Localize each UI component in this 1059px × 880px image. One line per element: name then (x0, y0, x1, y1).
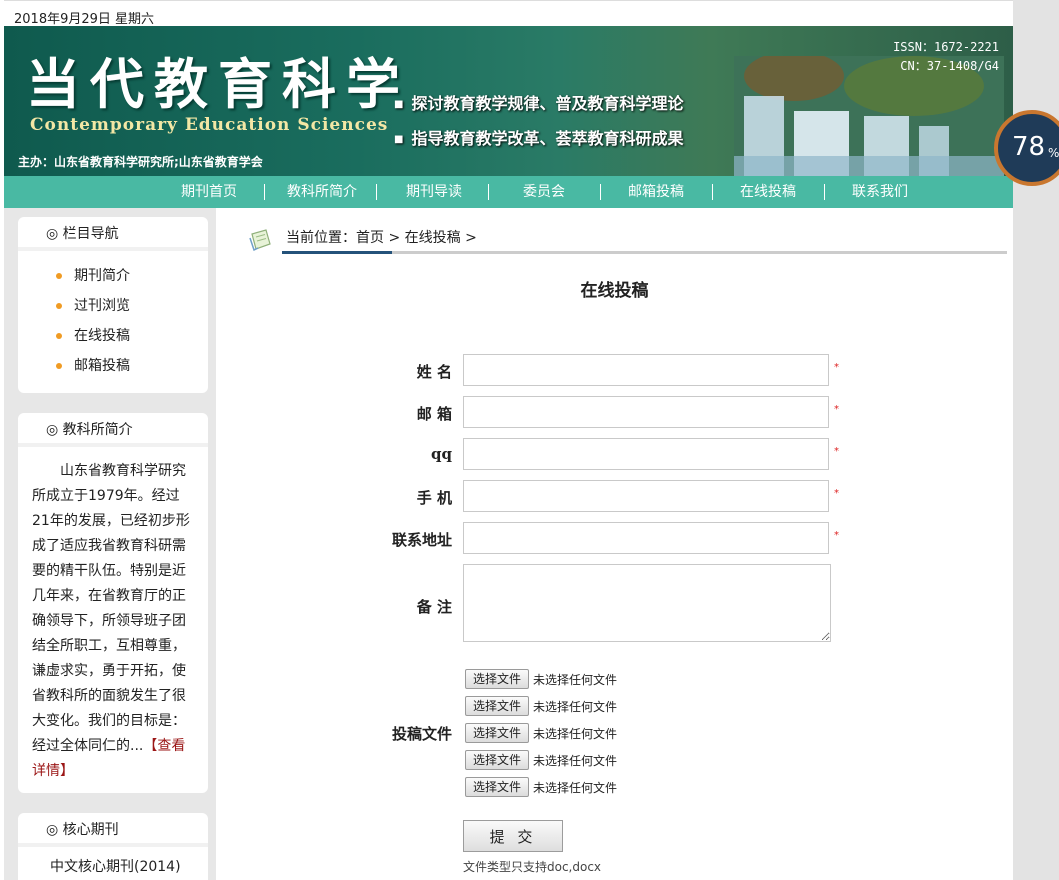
file-picker-3: 选择文件 未选择任何文件 (465, 723, 617, 743)
breadcrumb-divider (282, 251, 1007, 254)
file-status-text: 未选择任何文件 (533, 699, 618, 714)
core-journal-box: ◎ 核心期刊 中文核心期刊(2014) (18, 813, 208, 880)
sidebar-item-past-issues[interactable]: 过刊浏览 (56, 291, 208, 321)
breadcrumb: 当前位置：首页 > 在线投稿 > (286, 230, 477, 246)
institute-intro-text: 山东省教育科学研究所成立于1979年。经过21年的发展，已经初步形成了适应我省教… (18, 447, 208, 784)
phone-label: 手 机 (416, 489, 452, 507)
file-status-text: 未选择任何文件 (533, 753, 618, 768)
core-journal-title: ◎ 核心期刊 (18, 813, 208, 847)
journal-title-cn: 当代教育科学 (26, 52, 410, 116)
nav-divider (600, 184, 601, 200)
square-bullet-icon: ■ (394, 99, 404, 110)
choose-file-button[interactable]: 选择文件 (465, 669, 530, 689)
slogan-2: ■ 指导教育教学改革、荟萃教育科研成果 (394, 125, 683, 149)
slogan-2-text: 指导教育教学改革、荟萃教育科研成果 (411, 129, 684, 148)
sidebar-item-label: 期刊简介 (74, 268, 130, 284)
bullet-dot-icon (56, 273, 62, 279)
nav-item-contact[interactable]: 联系我们 (838, 176, 922, 208)
choose-file-button[interactable]: 选择文件 (465, 723, 530, 743)
header-banner: 当代教育科学 Contemporary Education Sciences 主… (4, 26, 1013, 176)
email-field[interactable] (463, 396, 829, 428)
institute-intro-title: ◎ 教科所简介 (18, 413, 208, 447)
progress-unit: % (1048, 146, 1059, 160)
note-textarea[interactable] (463, 564, 831, 642)
notepad-icon (249, 229, 271, 252)
progress-value: 78 (1012, 132, 1046, 162)
main-content: 当前位置：首页 > 在线投稿 > 在线投稿 姓 名 * 邮 箱 * qq * 手… (216, 208, 1013, 880)
nav-divider (264, 184, 265, 200)
nav-divider (712, 184, 713, 200)
email-label: 邮 箱 (416, 405, 452, 423)
cn-number-text: CN：37-1408/G4 (900, 59, 999, 73)
file-picker-2: 选择文件 未选择任何文件 (465, 696, 617, 716)
sidebar-item-label: 在线投稿 (74, 328, 130, 344)
name-field[interactable] (463, 354, 829, 386)
sidebar-item-online-submit[interactable]: 在线投稿 (56, 321, 208, 351)
nav-item-online-submit[interactable]: 在线投稿 (726, 176, 810, 208)
page: 2018年9月29日 星期六 当代教育科学 Contemporary Educa… (0, 0, 1013, 880)
nav-item-email-submit[interactable]: 邮箱投稿 (614, 176, 698, 208)
nav-item-institute[interactable]: 教科所简介 (276, 176, 368, 208)
sponsor-text: 主办：山东省教育科学研究所;山东省教育学会 (18, 155, 263, 169)
choose-file-button[interactable]: 选择文件 (465, 750, 530, 770)
required-mark: * (834, 530, 839, 541)
square-bullet-icon: ■ (394, 134, 404, 145)
waterfall-illustration (734, 56, 1004, 176)
files-label: 投稿文件 (391, 725, 452, 743)
nav-item-home[interactable]: 期刊首页 (164, 176, 254, 208)
file-picker-4: 选择文件 未选择任何文件 (465, 750, 617, 770)
journal-title-en: Contemporary Education Sciences (30, 115, 389, 135)
core-journal-item: 中文核心期刊(2014) (50, 859, 181, 875)
file-picker-5: 选择文件 未选择任何文件 (465, 777, 617, 797)
column-nav-list: 期刊简介 过刊浏览 在线投稿 邮箱投稿 (18, 251, 208, 381)
required-mark: * (834, 404, 839, 415)
sidebar-item-journal-intro[interactable]: 期刊简介 (56, 261, 208, 291)
breadcrumb-underline (282, 251, 392, 254)
name-label: 姓 名 (416, 363, 452, 381)
file-type-note: 文件类型只支持doc,docx (463, 860, 602, 874)
nav-divider (376, 184, 377, 200)
column-nav-title: ◎ 栏目导航 (18, 217, 208, 251)
required-mark: * (834, 488, 839, 499)
date-display: 2018年9月29日 星期六 (4, 0, 1013, 27)
file-picker-1: 选择文件 未选择任何文件 (465, 669, 617, 689)
bullet-dot-icon (56, 363, 62, 369)
choose-file-button[interactable]: 选择文件 (465, 696, 530, 716)
institute-intro-box: ◎ 教科所简介 山东省教育科学研究所成立于1979年。经过21年的发展，已经初步… (18, 413, 208, 793)
slogan-1-text: 探讨教育教学规律、普及教育科学理论 (411, 94, 684, 113)
required-mark: * (834, 362, 839, 373)
sidebar-item-label: 邮箱投稿 (74, 358, 130, 374)
required-mark: * (834, 446, 839, 457)
column-nav-box: ◎ 栏目导航 期刊简介 过刊浏览 在线投稿 邮箱投稿 (18, 217, 208, 393)
address-field[interactable] (463, 522, 829, 554)
address-label: 联系地址 (391, 531, 452, 549)
sidebar-item-label: 过刊浏览 (74, 298, 130, 314)
submit-button[interactable]: 提 交 (463, 820, 563, 852)
bullet-dot-icon (56, 333, 62, 339)
nav-item-committee[interactable]: 委员会 (504, 176, 584, 208)
nav-divider (488, 184, 489, 200)
file-status-text: 未选择任何文件 (533, 726, 618, 741)
note-label: 备 注 (416, 598, 452, 616)
file-status-text: 未选择任何文件 (533, 780, 618, 795)
nav-item-guide[interactable]: 期刊导读 (390, 176, 478, 208)
main-nav: 期刊首页 教科所简介 期刊导读 委员会 邮箱投稿 在线投稿 联系我们 (4, 176, 1013, 208)
sidebar: ◎ 栏目导航 期刊简介 过刊浏览 在线投稿 邮箱投稿 ◎ 教科所简介 山东省教育… (4, 208, 216, 880)
nav-divider (824, 184, 825, 200)
choose-file-button[interactable]: 选择文件 (465, 777, 530, 797)
slogan-1: ■ 探讨教育教学规律、普及教育科学理论 (394, 90, 683, 114)
qq-field[interactable] (463, 438, 829, 470)
file-status-text: 未选择任何文件 (533, 672, 618, 687)
intro-paragraph: 山东省教育科学研究所成立于1979年。经过21年的发展，已经初步形成了适应我省教… (32, 463, 190, 754)
phone-field[interactable] (463, 480, 829, 512)
bullet-dot-icon (56, 303, 62, 309)
page-title: 在线投稿 (580, 281, 649, 301)
issn-text: ISSN：1672-2221 (893, 40, 999, 54)
sidebar-item-email-submit[interactable]: 邮箱投稿 (56, 351, 208, 381)
qq-label: qq (431, 445, 452, 463)
